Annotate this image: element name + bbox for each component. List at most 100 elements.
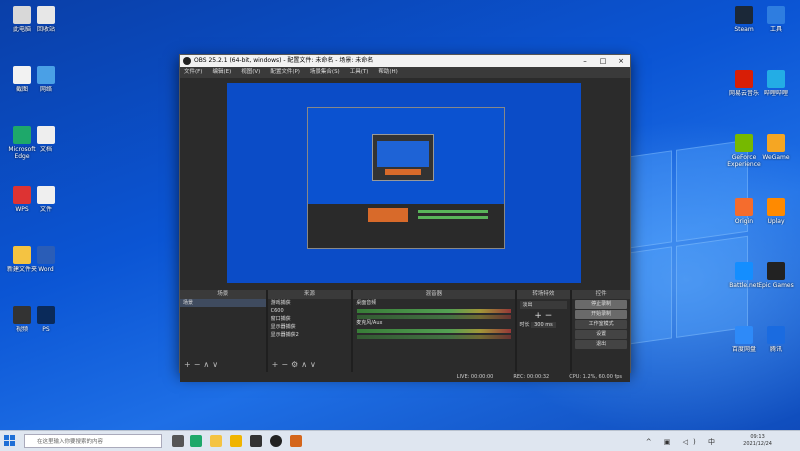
obs-menu-item[interactable]: 视图(V): [241, 67, 260, 78]
desktop-icon[interactable]: 回收站: [24, 6, 68, 33]
edge-icon[interactable]: [190, 435, 202, 447]
app-icon: [37, 126, 55, 144]
system-tray-icons[interactable]: ^ ▣ ◁) 中: [646, 437, 720, 447]
app-icon: [767, 134, 785, 152]
desktop-icon-label: 文件: [39, 206, 52, 213]
app-icon: [735, 262, 753, 280]
obs-menu-item[interactable]: 编辑(E): [212, 67, 231, 78]
desktop-icon-label: Word: [38, 266, 54, 273]
app-icon: [767, 198, 785, 216]
clock-date: 2021/12/24: [743, 441, 772, 447]
file-explorer-icon[interactable]: [210, 435, 222, 447]
desktop-icon-label: 哔哩哔哩: [763, 90, 788, 97]
scenes-dock-header: 场景: [180, 290, 266, 299]
desktop-icon[interactable]: 文件: [24, 186, 68, 213]
source-item[interactable]: 显示器捕获2: [268, 331, 352, 339]
start-button[interactable]: [4, 435, 16, 447]
obs-window-title: OBS 25.2.1 (64-bit, windows) - 配置文件: 未命名…: [194, 57, 374, 64]
desktop-icon-label: PS: [42, 326, 50, 333]
app-icon-2[interactable]: [250, 435, 262, 447]
mixer-dock: 混音器 桌面音频 麦克风/Aux: [353, 290, 515, 372]
controls-dock: 控件 停止录制 开始录制 工作室模式 设置 退出: [572, 290, 630, 372]
app-icon: [735, 134, 753, 152]
obs-menu-item[interactable]: 工具(T): [350, 67, 369, 78]
app-icon: [37, 246, 55, 264]
obs-preview-nested-window: [307, 107, 505, 249]
desktop-icon[interactable]: Epic Games: [754, 262, 798, 289]
task-view-icon[interactable]: [172, 435, 184, 447]
desktop-icon-label: Epic Games: [758, 282, 794, 289]
obs-menu-item[interactable]: 配置文件(P): [270, 67, 300, 78]
scene-item[interactable]: 场景: [180, 299, 266, 307]
desktop-audio-volume-slider[interactable]: [357, 315, 511, 319]
minimize-button[interactable]: –: [576, 55, 594, 67]
scenes-dock: 场景 场景 +−∧∨: [180, 290, 266, 372]
obs-preview-nested-meter: [368, 208, 408, 222]
source-item[interactable]: C600: [268, 307, 352, 315]
desktop-icon-label: 网络: [39, 86, 52, 93]
source-item[interactable]: 游戏捕获: [268, 299, 352, 307]
obs-menu-item[interactable]: 文件(F): [184, 67, 202, 78]
source-item[interactable]: 显示器捕获: [268, 323, 352, 331]
desktop-icon-label: 回收站: [36, 26, 55, 33]
obs-menubar: 文件(F) 编辑(E) 视图(V) 配置文件(P) 场景集合(S) 工具(T) 帮助(H): [180, 67, 630, 78]
scenes-dock-toolbar[interactable]: +−∧∨: [184, 360, 221, 369]
mic-aux-volume-slider[interactable]: [357, 335, 511, 339]
desktop-icon-label: 腾讯: [769, 346, 782, 353]
control-button[interactable]: 退出: [575, 340, 627, 349]
sources-dock-toolbar[interactable]: +−⚙∧∨: [272, 360, 319, 369]
desktop-icon[interactable]: 工具: [754, 6, 798, 33]
clock[interactable]: 09:13 2021/12/24: [743, 434, 772, 448]
obs-taskbar-icon[interactable]: [270, 435, 282, 447]
transitions-dock: 转场特效 淡出 + − 时长 300 ms: [516, 290, 571, 372]
obs-titlebar[interactable]: OBS 25.2.1 (64-bit, windows) - 配置文件: 未命名…: [180, 55, 630, 67]
taskbar-search-input[interactable]: 在这里输入你要搜索的内容: [24, 434, 162, 448]
desktop-icon-label: WeGame: [762, 154, 790, 161]
app-icon: [767, 70, 785, 88]
app-icon: [767, 6, 785, 24]
desktop-icon[interactable]: 哔哩哔哩: [754, 70, 798, 97]
desktop-icon[interactable]: 网络: [24, 66, 68, 93]
app-icon: [37, 306, 55, 324]
desktop-icon[interactable]: 文档: [24, 126, 68, 153]
transitions-dock-header: 转场特效: [516, 290, 571, 299]
source-item[interactable]: 窗口捕获: [268, 315, 352, 323]
status-item: REC: 00:00:32: [513, 374, 550, 380]
desktop-icon-label: Uplay: [767, 218, 785, 225]
obs-menu-item[interactable]: 场景集合(S): [310, 67, 340, 78]
app-icon[interactable]: [230, 435, 242, 447]
control-button[interactable]: 设置: [575, 330, 627, 339]
app-icon: [735, 70, 753, 88]
app-icon: [37, 186, 55, 204]
desktop-icon[interactable]: 腾讯: [754, 326, 798, 353]
app-icon: [767, 326, 785, 344]
duration-input[interactable]: 300 ms: [531, 322, 556, 328]
obs-menu-item[interactable]: 帮助(H): [378, 67, 397, 78]
clock-time: 09:13: [750, 434, 765, 440]
control-button[interactable]: 开始录制: [575, 310, 627, 319]
close-button[interactable]: ×: [612, 55, 630, 67]
control-button[interactable]: 工作室模式: [575, 320, 627, 329]
status-item: LIVE: 00:00:00: [456, 374, 494, 380]
desktop-icon[interactable]: Uplay: [754, 198, 798, 225]
desktop-icon[interactable]: PS: [24, 306, 68, 333]
controls-dock-header: 控件: [572, 290, 630, 299]
app-icon-3[interactable]: [290, 435, 302, 447]
maximize-button[interactable]: □: [594, 55, 612, 67]
app-icon: [37, 66, 55, 84]
app-icon: [735, 198, 753, 216]
obs-window[interactable]: OBS 25.2.1 (64-bit, windows) - 配置文件: 未命名…: [179, 54, 631, 382]
control-button[interactable]: 停止录制: [575, 300, 627, 309]
obs-preview-nested-window-2: [372, 134, 434, 181]
sources-dock: 来源 游戏捕获 C600 窗口捕获 显示器捕获 显示器捕获2 +−⚙∧∨: [267, 290, 352, 372]
mic-aux-meter: [357, 329, 511, 333]
status-item: CPU: 1.2%, 60.00 fps: [569, 374, 622, 380]
desktop-icon[interactable]: WeGame: [754, 134, 798, 161]
transition-select[interactable]: 淡出: [519, 301, 568, 309]
obs-preview[interactable]: [227, 83, 581, 283]
app-icon: [37, 6, 55, 24]
mixer-track-mic-aux: 麦克风/Aux: [356, 320, 383, 326]
app-icon: [735, 6, 753, 24]
desktop-icon[interactable]: Word: [24, 246, 68, 273]
transition-add-remove[interactable]: + −: [517, 311, 571, 321]
